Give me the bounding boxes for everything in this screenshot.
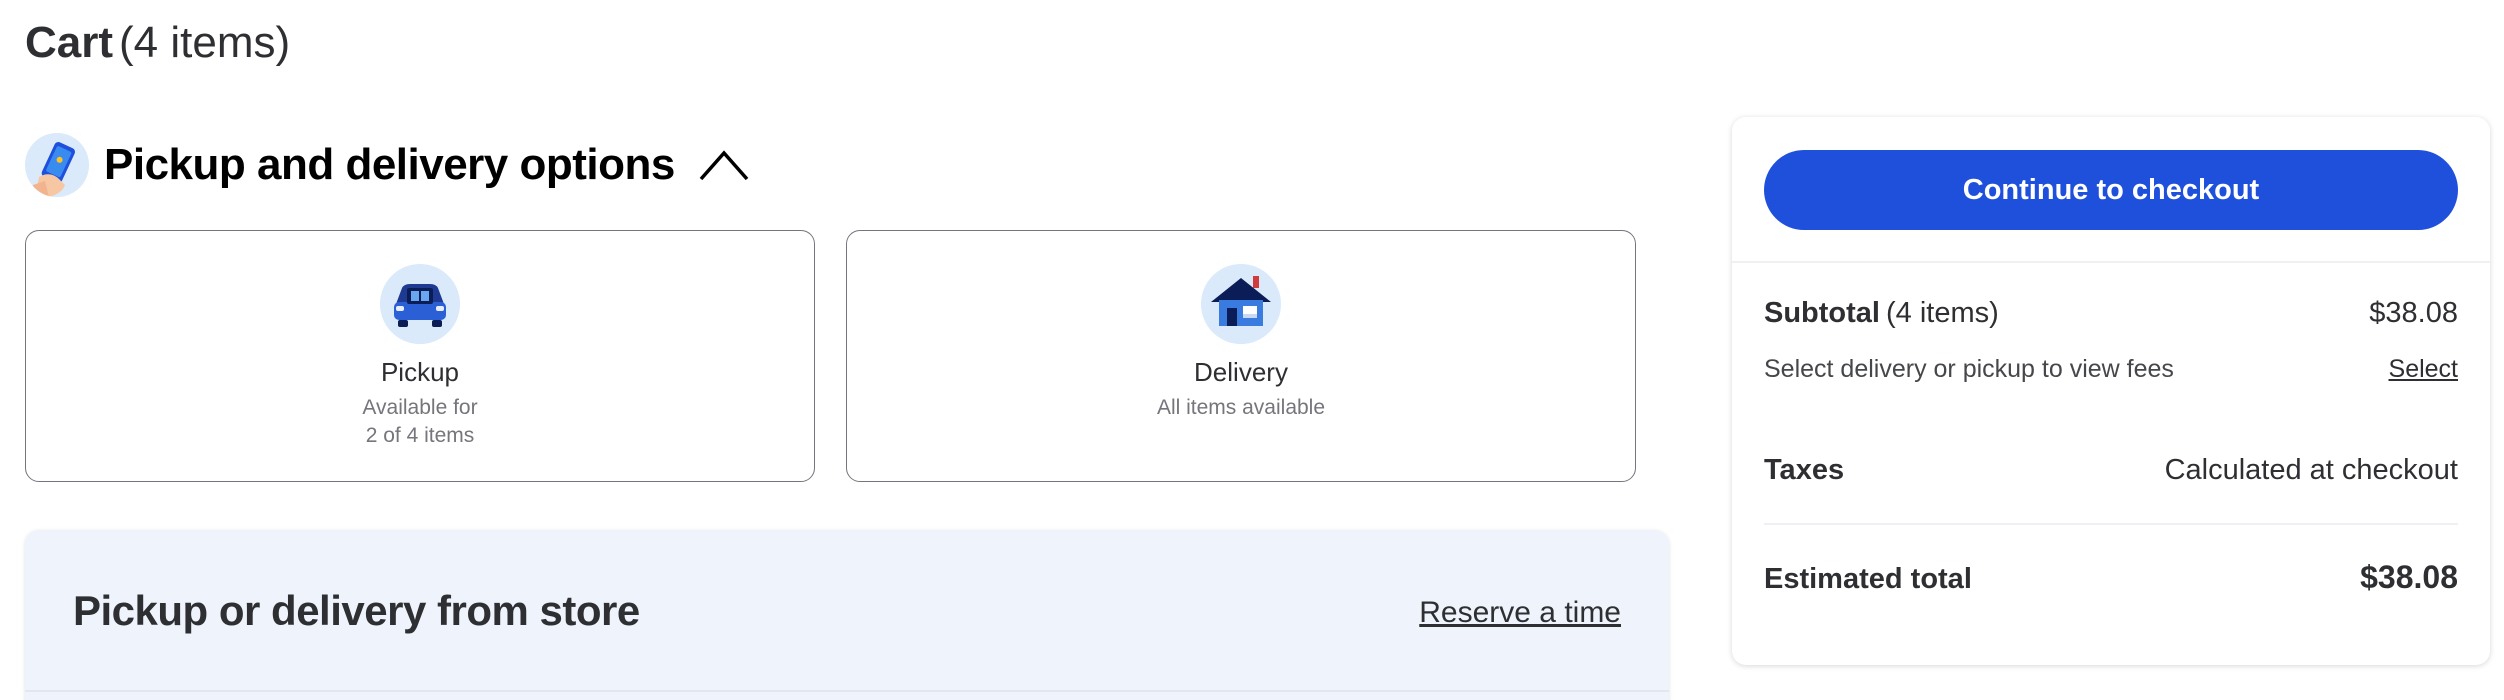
taxes-value: Calculated at checkout: [2164, 454, 2458, 486]
subtotal-row: Subtotal (4 items) $38.08: [1764, 297, 2458, 330]
estimated-total-value: $38.08: [2360, 559, 2458, 595]
car-trunk-icon: [380, 264, 460, 344]
order-summary: Continue to checkout Subtotal (4 items) $…: [1732, 117, 2490, 665]
pickup-availability: Available for 2 of 4 items: [26, 394, 814, 450]
estimated-total-row: Estimated total $38.08: [1764, 559, 2458, 596]
pickup-option-card[interactable]: Pickup Available for 2 of 4 items: [25, 230, 815, 482]
store-panel-divider: [25, 690, 1669, 692]
subtotal-label: Subtotal: [1764, 297, 1880, 329]
taxes-row: Taxes Calculated at checkout: [1764, 454, 2458, 487]
pickup-availability-line-2: 2 of 4 items: [365, 424, 475, 447]
summary-divider: [1732, 261, 2490, 263]
delivery-option-card[interactable]: Delivery All items available: [846, 230, 1636, 482]
fees-row: Select delivery or pickup to view fees S…: [1764, 355, 2458, 384]
continue-to-checkout-button[interactable]: Continue to checkout: [1764, 150, 2458, 230]
store-panel-title: Pickup or delivery from store: [73, 587, 640, 634]
chevron-up-icon[interactable]: [697, 145, 751, 185]
total-divider: [1764, 523, 2458, 525]
taxes-label: Taxes: [1764, 454, 1845, 486]
store-panel: Pickup or delivery from store Reserve a …: [25, 530, 1669, 700]
section-title: Pickup and delivery options: [104, 140, 675, 189]
pickup-title: Pickup: [380, 357, 460, 387]
delivery-title: Delivery: [1194, 357, 1288, 387]
house-icon: [1201, 264, 1281, 344]
subtotal-value: $38.08: [2369, 297, 2458, 329]
subtotal-count: (4 items): [1886, 297, 1999, 329]
phone-in-hand-icon: [25, 133, 89, 197]
cart-item-count: (4 items): [119, 18, 291, 67]
select-fulfillment-link[interactable]: Select: [2389, 355, 2458, 384]
pickup-availability-line-1: Available for: [362, 396, 478, 419]
pickup-delivery-options-header: Pickup and delivery options: [25, 132, 751, 198]
page-title: Cart (4 items): [25, 14, 290, 72]
cart-title-label: Cart: [25, 18, 114, 67]
estimated-total-label: Estimated total: [1764, 563, 1972, 595]
delivery-availability: All items available: [1156, 396, 1326, 419]
subtotal-label-group: Subtotal (4 items): [1764, 297, 1999, 330]
reserve-time-link[interactable]: Reserve a time: [1419, 596, 1621, 630]
fees-text: Select delivery or pickup to view fees: [1764, 355, 2174, 383]
cart-page: Cart (4 items) Pickup and delivery option…: [0, 0, 2504, 700]
